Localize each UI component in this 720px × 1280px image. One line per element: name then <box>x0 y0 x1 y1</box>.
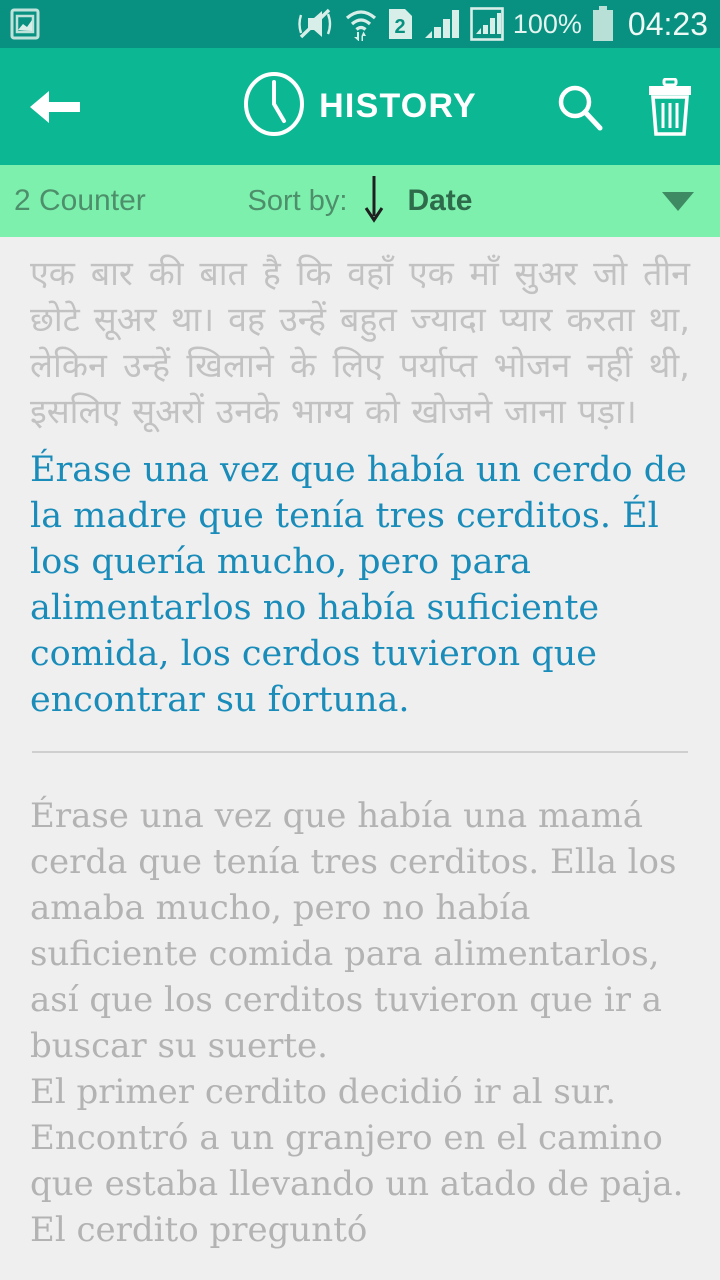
sort-dropdown-button[interactable] <box>660 189 696 213</box>
status-bar-left <box>10 8 40 40</box>
detail-paragraph: Érase una vez que había una mamá cerda q… <box>30 796 677 1066</box>
screenshot-image-icon <box>10 8 40 40</box>
status-bar-right: 2 100% 04:23 <box>295 6 708 43</box>
detail-paragraph: El primer cerdito decidió ir al sur. Enc… <box>30 1072 684 1250</box>
battery-percent-label: 100% <box>512 8 582 39</box>
sort-by-label: Sort by: <box>247 184 348 217</box>
sim-number: 2 <box>394 16 405 38</box>
search-button[interactable] <box>552 77 608 137</box>
sort-bar: 2 Counter Sort by: Date <box>0 165 720 237</box>
sim-2-icon: 2 <box>387 7 414 41</box>
vibrate-mute-icon <box>295 7 335 41</box>
delete-button[interactable] <box>642 77 698 137</box>
battery-icon <box>591 6 615 42</box>
page-title: HISTORY <box>319 87 477 125</box>
detail-text-block: Érase una vez que había una mamá cerda q… <box>30 753 690 1253</box>
history-content[interactable]: एक बार की बात है कि वहाँ एक माँ सुअर जो … <box>0 237 720 1280</box>
header-actions <box>552 77 698 137</box>
arrow-down-icon <box>361 174 387 229</box>
wifi-icon <box>344 7 378 41</box>
sort-value-label: Date <box>407 184 473 217</box>
translated-text: Érase una vez que había un cerdo de la m… <box>30 450 687 720</box>
clock-time-label: 04:23 <box>627 5 708 42</box>
back-button[interactable] <box>24 76 86 138</box>
counter-label: 2 Counter <box>14 184 146 217</box>
signal-bars-icon <box>423 7 461 41</box>
clock-icon <box>243 71 305 142</box>
status-bar: 2 100% 04:23 <box>0 0 720 48</box>
signal-bars-2-icon <box>470 7 504 41</box>
app-header: HISTORY <box>0 48 720 165</box>
source-text: एक बार की बात है कि वहाँ एक माँ सुअर जो … <box>30 254 690 432</box>
caret-down-icon <box>662 192 694 211</box>
